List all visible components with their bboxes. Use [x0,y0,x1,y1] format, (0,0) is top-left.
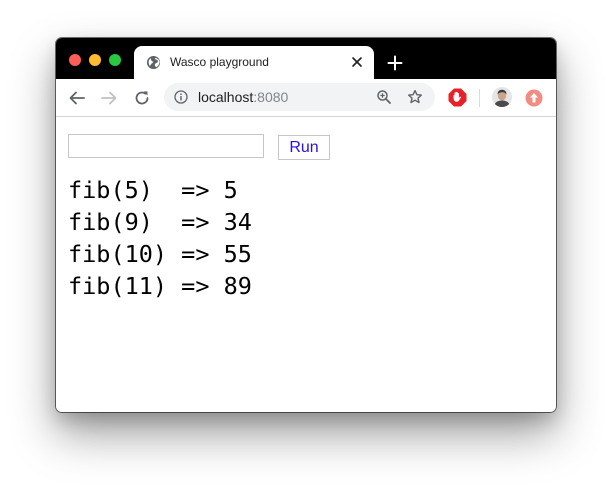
globe-icon [146,55,161,70]
output-line: fib(5) => 5 [68,176,238,204]
run-button[interactable]: Run [278,135,330,160]
back-arrow-icon[interactable] [68,89,86,107]
star-icon[interactable] [407,89,423,105]
reload-icon[interactable] [133,89,151,107]
browser-window: Wasco playground localhost:8080 Run fib(… [56,38,556,412]
address-bar[interactable]: localhost:8080 [164,83,435,111]
forward-arrow-icon[interactable] [100,89,118,107]
avatar[interactable] [492,87,512,107]
toolbar-divider [479,89,480,107]
update-arrow-icon[interactable] [525,89,543,107]
output-line: fib(9) => 34 [68,208,252,236]
output-panel: fib(5) => 5 fib(9) => 34 fib(10) => 55 f… [68,174,252,302]
browser-toolbar: localhost:8080 [56,79,556,117]
page-content: Run fib(5) => 5 fib(9) => 34 fib(10) => … [56,117,556,412]
url-port: :8080 [253,89,289,105]
output-line: fib(10) => 55 [68,240,252,268]
tab-strip: Wasco playground [56,38,556,79]
zoom-icon[interactable] [376,89,392,105]
browser-tab[interactable]: Wasco playground [134,46,374,79]
url-host: localhost [198,89,254,105]
minimize-window-button[interactable] [89,54,101,66]
maximize-window-button[interactable] [109,54,121,66]
new-tab-icon[interactable] [387,55,403,71]
stop-hand-icon[interactable] [448,88,467,107]
tab-title: Wasco playground [170,55,269,69]
output-line: fib(11) => 89 [68,272,252,300]
close-window-button[interactable] [69,54,81,66]
code-input[interactable] [68,134,264,158]
info-icon[interactable] [174,90,188,104]
close-tab-icon[interactable] [350,55,364,69]
url-text[interactable]: localhost:8080 [198,90,288,105]
